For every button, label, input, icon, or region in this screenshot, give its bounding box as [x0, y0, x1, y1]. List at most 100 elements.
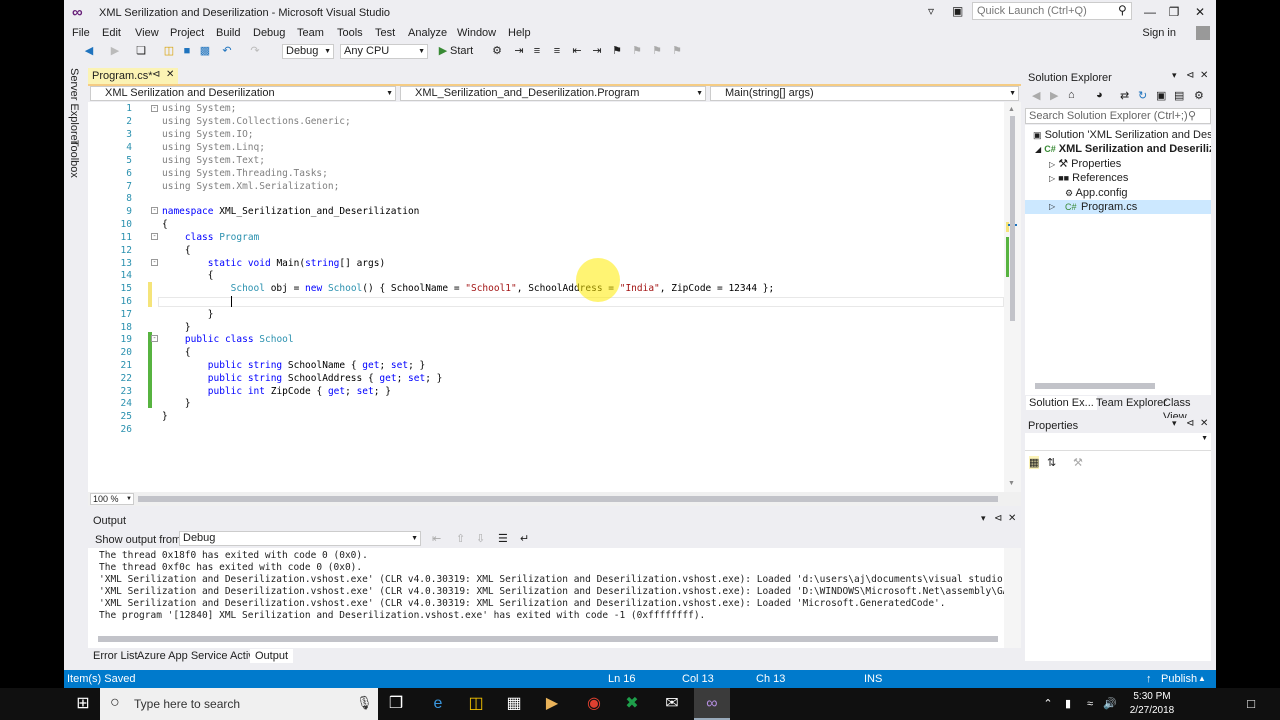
store-icon[interactable]: ▦	[496, 688, 532, 720]
edge-icon[interactable]: e	[420, 688, 456, 720]
file-explorer-icon[interactable]: ◫	[458, 688, 494, 720]
pin-icon[interactable]: ⊲	[1186, 70, 1194, 81]
forward-icon[interactable]: ▶	[1050, 89, 1058, 102]
next-message-icon[interactable]: ⇩	[476, 532, 485, 545]
menu-view[interactable]: View	[135, 26, 159, 40]
wifi-icon[interactable]: ≈	[1082, 688, 1098, 720]
tab-program-cs[interactable]: Program.cs* ⊲ ✕	[88, 68, 178, 84]
editor-vertical-scrollbar[interactable]: ▲ ▼	[1004, 102, 1021, 492]
close-pane-icon[interactable]: ✕	[1200, 70, 1208, 81]
maximize-button[interactable]: ❐	[1162, 4, 1186, 20]
zoom-select[interactable]: 100 % ▼	[90, 493, 134, 505]
horizontal-scrollbar[interactable]	[138, 496, 998, 502]
taskbar-search[interactable]: ○ Type here to search 🎙	[100, 688, 378, 720]
menu-help[interactable]: Help	[508, 26, 531, 40]
sync-icon[interactable]: ⇄	[1120, 89, 1129, 102]
collapse-all-icon[interactable]: ▣	[1156, 89, 1166, 102]
tree-item-solution[interactable]: ▣ Solution 'XML Serilization and Deseril…	[1033, 128, 1211, 142]
pin-icon[interactable]: ⊲	[152, 69, 160, 80]
tree-item-references[interactable]: ▷ ■■ References	[1049, 171, 1128, 186]
start-icon[interactable]: ▶	[436, 44, 450, 58]
member-dropdown[interactable]: Main(string[] args) ▼	[710, 86, 1019, 101]
comment-icon[interactable]: ≡	[530, 44, 544, 58]
word-wrap-icon[interactable]: ↵	[520, 532, 529, 545]
feedback-icon[interactable]: ▣	[952, 4, 963, 18]
close-tab-icon[interactable]: ✕	[166, 69, 174, 80]
quick-launch-input[interactable]: Quick Launch (Ctrl+Q)	[972, 2, 1132, 20]
tree-item-app-config[interactable]: ⚙ App.config	[1065, 186, 1128, 200]
prev-message-icon[interactable]: ⇧	[456, 532, 465, 545]
server-explorer-tab[interactable]: Server Explorer	[68, 68, 80, 144]
indent-icon[interactable]: ⇥	[590, 44, 604, 58]
new-project-icon[interactable]: ❏	[134, 44, 148, 58]
clear-all-icon[interactable]: ☰	[498, 532, 508, 545]
menu-tools[interactable]: Tools	[337, 26, 363, 40]
media-player-icon[interactable]: ▶	[534, 688, 570, 720]
notifications-icon[interactable]: □	[1236, 688, 1266, 720]
filter-icon[interactable]: ▿	[928, 4, 934, 18]
next-bookmark-icon[interactable]: ⚑	[650, 44, 664, 58]
categorized-icon[interactable]: ▦	[1029, 456, 1040, 469]
prev-bookmark-icon[interactable]: ⚑	[630, 44, 644, 58]
forward-icon[interactable]: ▶	[108, 44, 122, 58]
outdent-icon[interactable]: ⇤	[570, 44, 584, 58]
menu-file[interactable]: File	[72, 26, 90, 40]
collapse-icon[interactable]: -	[151, 207, 158, 214]
show-all-files-icon[interactable]: ▤	[1174, 89, 1184, 102]
collapse-icon[interactable]: -	[151, 105, 158, 112]
alphabetical-icon[interactable]: ⇅	[1047, 456, 1056, 469]
people-icon[interactable]: ⌃	[1040, 688, 1056, 720]
menu-project[interactable]: Project	[170, 26, 204, 40]
step-icon[interactable]: ⇥	[512, 44, 526, 58]
excel-icon[interactable]: ✖	[614, 688, 650, 720]
menu-team[interactable]: Team	[297, 26, 324, 40]
project-dropdown[interactable]: XML Serilization and Deserilization ▼	[90, 86, 396, 101]
volume-icon[interactable]: 🔊	[1102, 688, 1118, 720]
scroll-up-icon[interactable]: ▲	[1008, 106, 1015, 113]
properties-object-select[interactable]: ▼	[1025, 433, 1211, 451]
open-folder-icon[interactable]: ◫	[162, 44, 176, 58]
visual-studio-taskbar-icon[interactable]: ∞	[694, 688, 730, 720]
chevron-up-icon[interactable]: ▲	[1198, 672, 1206, 686]
account-avatar-icon[interactable]	[1196, 26, 1210, 40]
output-source-select[interactable]: Debug ▼	[179, 531, 421, 546]
tree-item-project[interactable]: ◢ C# XML Serilization and Deserilizatio	[1035, 142, 1211, 157]
windows-start-icon[interactable]: ⊞	[65, 688, 101, 720]
scroll-down-icon[interactable]: ▼	[1008, 480, 1015, 487]
tab-team-explorer[interactable]: Team Explorer	[1096, 396, 1167, 410]
platform-select[interactable]: Any CPU ▼	[340, 44, 428, 59]
refresh-icon[interactable]: ↻	[1138, 89, 1147, 102]
window-position-icon[interactable]: ▾	[1172, 418, 1177, 429]
publish-icon[interactable]: ↑	[1146, 672, 1152, 686]
output-text-area[interactable]: The thread 0x18f0 has exited with code 0…	[88, 548, 1021, 648]
window-position-icon[interactable]: ▾	[981, 513, 986, 524]
find-message-icon[interactable]: ⇤	[432, 532, 441, 545]
home-icon[interactable]: ⌂	[1068, 89, 1075, 101]
pending-changes-icon[interactable]: ◕	[1096, 89, 1103, 101]
collapse-icon[interactable]: -	[151, 335, 158, 342]
tree-item-program-cs[interactable]: ▷ C# Program.cs	[1025, 200, 1211, 214]
bookmark-icon[interactable]: ⚑	[610, 44, 624, 58]
wrench-icon[interactable]: ⚙	[1194, 89, 1204, 102]
pin-icon[interactable]: ⊲	[1186, 418, 1194, 429]
browser-link-icon[interactable]: ⚙	[490, 44, 504, 58]
save-icon[interactable]: ■	[180, 44, 194, 58]
class-dropdown[interactable]: XML_Serilization_and_Deserilization.Prog…	[400, 86, 706, 101]
output-horizontal-scrollbar[interactable]	[98, 636, 998, 642]
back-icon[interactable]: ◀	[1032, 89, 1040, 102]
close-pane-icon[interactable]: ✕	[1008, 513, 1016, 524]
uncomment-icon[interactable]: ≡	[550, 44, 564, 58]
undo-icon[interactable]: ↶	[220, 44, 234, 58]
scroll-thumb[interactable]	[1010, 116, 1015, 321]
close-window-button[interactable]: ✕	[1188, 4, 1212, 20]
menu-analyze[interactable]: Analyze	[408, 26, 447, 40]
collapse-icon[interactable]: -	[151, 259, 158, 266]
window-position-icon[interactable]: ▾	[1172, 70, 1177, 81]
pin-icon[interactable]: ⊲	[994, 513, 1002, 524]
redo-icon[interactable]: ↷	[248, 44, 262, 58]
chrome-icon[interactable]: ◉	[576, 688, 612, 720]
tab-solution-explorer[interactable]: Solution Ex...	[1026, 396, 1097, 410]
start-button-label[interactable]: Start	[450, 45, 473, 57]
toolbox-tab[interactable]: Toolbox	[68, 140, 80, 178]
tab-output[interactable]: Output	[250, 649, 294, 663]
